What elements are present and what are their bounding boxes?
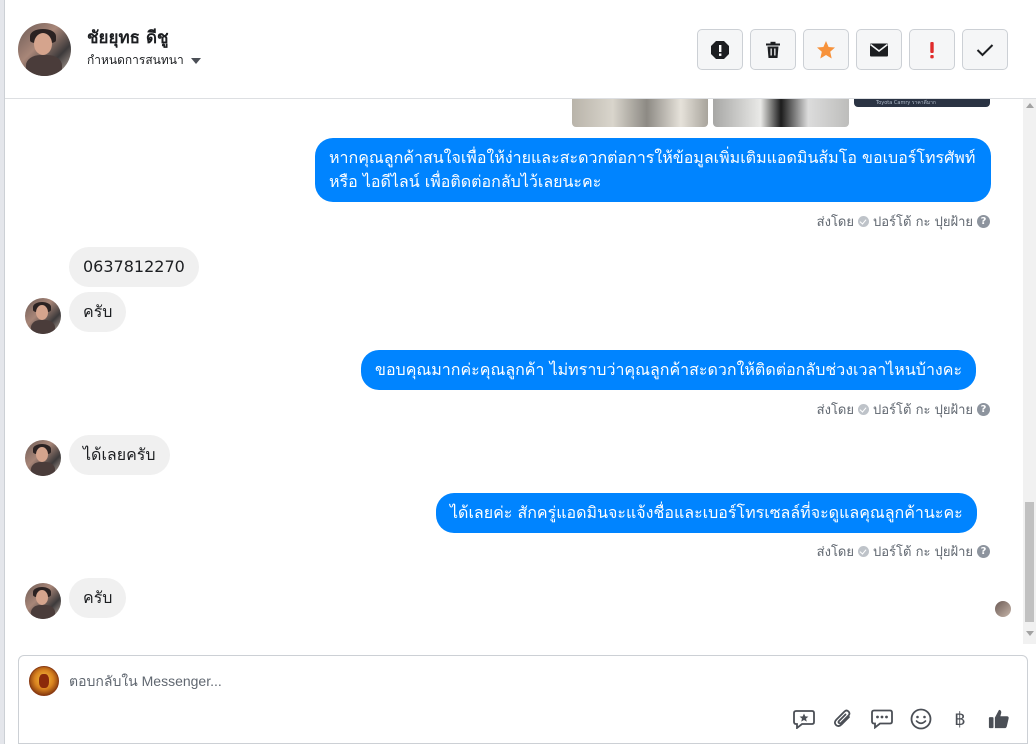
help-icon[interactable]: ? xyxy=(977,215,990,228)
contact-avatar-small[interactable] xyxy=(25,583,61,619)
payment-button[interactable]: ฿ xyxy=(949,707,971,731)
report-icon xyxy=(711,40,729,59)
verified-icon xyxy=(858,404,869,415)
report-button[interactable] xyxy=(697,29,743,70)
seen-indicator-avatar xyxy=(995,601,1011,617)
outgoing-message[interactable]: ขอบคุณมากค่ะคุณลูกค้า ไม่ทราบว่าคุณลูกค้… xyxy=(361,350,977,390)
sent-by-line: ส่งโดย ปอร์โต้ กะ ปุยฝ้าย ? xyxy=(817,399,990,420)
attached-image[interactable] xyxy=(713,99,849,127)
important-button[interactable] xyxy=(909,29,955,70)
attached-image[interactable]: Toyota Camry ราคาดีมาก xyxy=(854,99,990,107)
page-avatar xyxy=(29,666,59,696)
sender-name: ปอร์โต้ กะ ปุยฝ้าย xyxy=(873,403,973,418)
message-text: ขอบคุณมากค่ะคุณลูกค้า ไม่ทราบว่าคุณลูกค้… xyxy=(375,360,963,379)
incoming-message[interactable]: 0637812270 xyxy=(69,247,199,287)
reply-composer: ฿ xyxy=(18,655,1028,744)
trash-icon xyxy=(766,41,780,58)
sent-by-line: ส่งโดย ปอร์โต้ กะ ปุยฝ้าย ? xyxy=(817,211,990,232)
verified-icon xyxy=(858,216,869,227)
contact-avatar-small[interactable] xyxy=(25,440,61,476)
sent-by-label: ส่งโดย xyxy=(816,545,854,560)
contact-avatar-small[interactable] xyxy=(25,298,61,334)
help-icon[interactable]: ? xyxy=(977,403,990,416)
contact-name[interactable]: ชัยยุทธ ดีชู xyxy=(87,24,169,51)
delete-button[interactable] xyxy=(750,29,796,70)
message-text: หากคุณลูกค้าสนใจเพื่อให้ง่ายและสะดวกต่อก… xyxy=(329,148,976,191)
message-text: 0637812270 xyxy=(83,257,185,276)
image-caption: Toyota Camry ราคาดีมาก xyxy=(876,100,936,106)
assign-label: กำหนดการสนทนา xyxy=(87,53,184,67)
check-icon xyxy=(976,43,994,56)
like-icon xyxy=(988,709,1009,729)
message-text: ได้เลยครับ xyxy=(83,445,156,464)
attachment-icon xyxy=(833,709,851,728)
message-thread[interactable]: Toyota Camry ราคาดีมาก หากคุณลูกค้าสนใจเ… xyxy=(5,99,1023,644)
help-icon[interactable]: ? xyxy=(977,545,990,558)
message-text: ครับ xyxy=(83,588,113,607)
like-button[interactable] xyxy=(988,707,1010,731)
message-text: ครับ xyxy=(83,302,113,321)
star-button[interactable] xyxy=(803,29,849,70)
reply-input[interactable] xyxy=(69,670,969,692)
quick-reply-button[interactable] xyxy=(871,707,893,731)
verified-icon xyxy=(858,546,869,557)
incoming-message[interactable]: ได้เลยครับ xyxy=(69,435,170,475)
attach-button[interactable] xyxy=(832,707,854,731)
scroll-down-arrow-icon[interactable] xyxy=(1026,631,1034,636)
outgoing-message[interactable]: หากคุณลูกค้าสนใจเพื่อให้ง่ายและสะดวกต่อก… xyxy=(315,138,991,202)
mark-unread-button[interactable] xyxy=(856,29,902,70)
exclamation-icon xyxy=(930,41,934,58)
attached-image[interactable] xyxy=(572,99,708,127)
sent-by-line: ส่งโดย ปอร์โต้ กะ ปุยฝ้าย ? xyxy=(817,541,990,562)
sender-name: ปอร์โต้ กะ ปุยฝ้าย xyxy=(873,215,973,230)
scroll-up-arrow-icon[interactable] xyxy=(1026,103,1034,108)
scrollbar-thumb[interactable] xyxy=(1025,502,1034,622)
message-text: ได้เลยค่ะ สักครู่แอดมินจะแจ้งชื่อและเบอร… xyxy=(450,503,963,522)
sender-name: ปอร์โต้ กะ ปุยฝ้าย xyxy=(873,545,973,560)
done-button[interactable] xyxy=(962,29,1008,70)
incoming-message[interactable]: ครับ xyxy=(69,292,127,332)
caret-down-icon xyxy=(190,57,201,64)
emoji-button[interactable] xyxy=(910,707,932,731)
emoji-icon xyxy=(910,708,932,730)
star-icon xyxy=(817,40,835,58)
contact-avatar[interactable] xyxy=(18,23,71,76)
envelope-icon xyxy=(870,43,888,56)
sent-by-label: ส่งโดย xyxy=(816,215,854,230)
outgoing-message[interactable]: ได้เลยค่ะ สักครู่แอดมินจะแจ้งชื่อและเบอร… xyxy=(436,493,977,533)
sent-by-label: ส่งโดย xyxy=(816,403,854,418)
conversation-header: ชัยยุทธ ดีชู กำหนดการสนทนา xyxy=(5,0,1036,99)
conversation-actions xyxy=(697,29,1008,70)
incoming-message[interactable]: ครับ xyxy=(69,578,127,618)
thread-scrollbar[interactable] xyxy=(1023,99,1036,644)
assign-conversation-dropdown[interactable]: กำหนดการสนทนา xyxy=(87,51,201,70)
saved-reply-icon xyxy=(793,710,815,729)
saved-reply-button[interactable] xyxy=(793,707,815,731)
composer-toolbar: ฿ xyxy=(793,707,1010,731)
currency-icon: ฿ xyxy=(954,708,966,730)
chat-bubble-icon xyxy=(871,709,893,729)
